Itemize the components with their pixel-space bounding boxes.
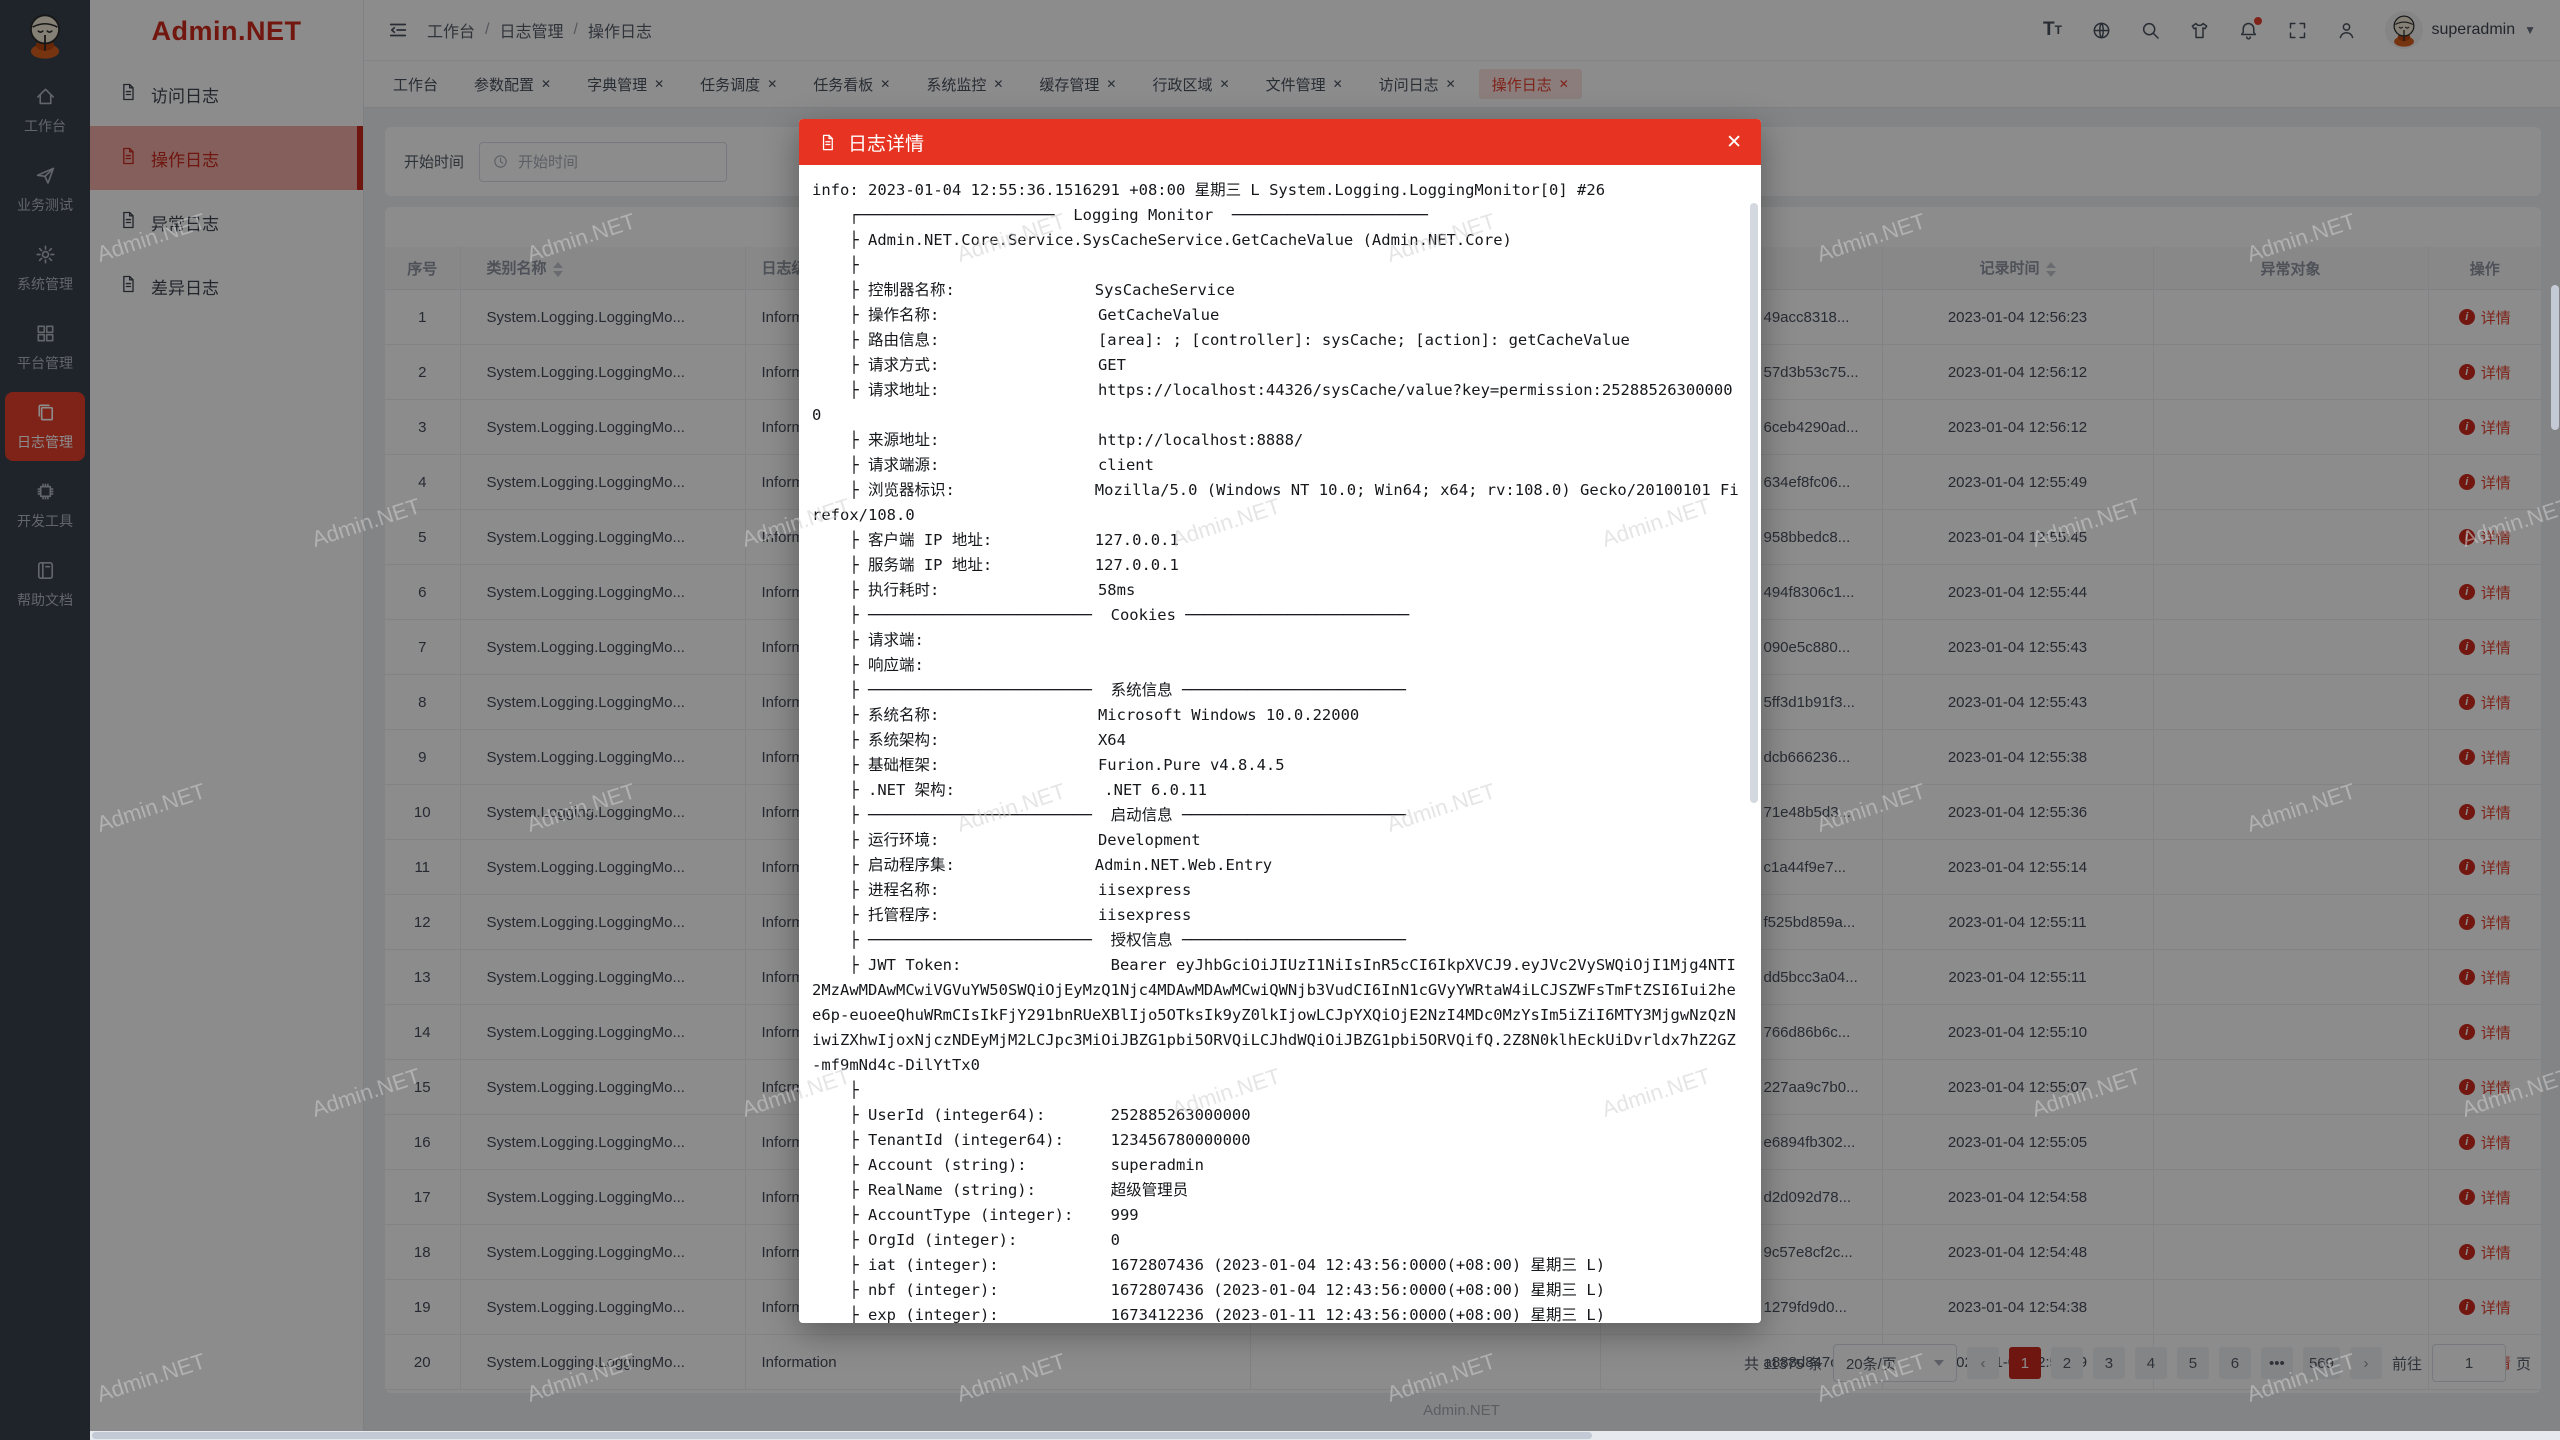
close-icon[interactable]: ✕ [1726, 133, 1742, 152]
log-text: info: 2023-01-04 12:55:36.1516291 +08:00… [799, 165, 1761, 1323]
vertical-scrollbar-thumb[interactable] [2551, 285, 2559, 430]
app-root: 工作台 业务测试 系统管理 平台管理 日志管理 开发工具 帮助文档 Admin.… [0, 0, 2560, 1440]
dialog-header: 日志详情 ✕ [799, 119, 1761, 165]
log-detail-dialog: 日志详情 ✕ info: 2023-01-04 12:55:36.1516291… [799, 119, 1761, 1323]
document-icon [818, 133, 837, 152]
horizontal-scrollbar[interactable] [90, 1431, 2560, 1440]
horizontal-scrollbar-thumb[interactable] [92, 1432, 1592, 1439]
dialog-body: info: 2023-01-04 12:55:36.1516291 +08:00… [799, 165, 1761, 1323]
dialog-title: 日志详情 [848, 129, 924, 156]
dialog-scrollbar-thumb[interactable] [1750, 203, 1758, 803]
